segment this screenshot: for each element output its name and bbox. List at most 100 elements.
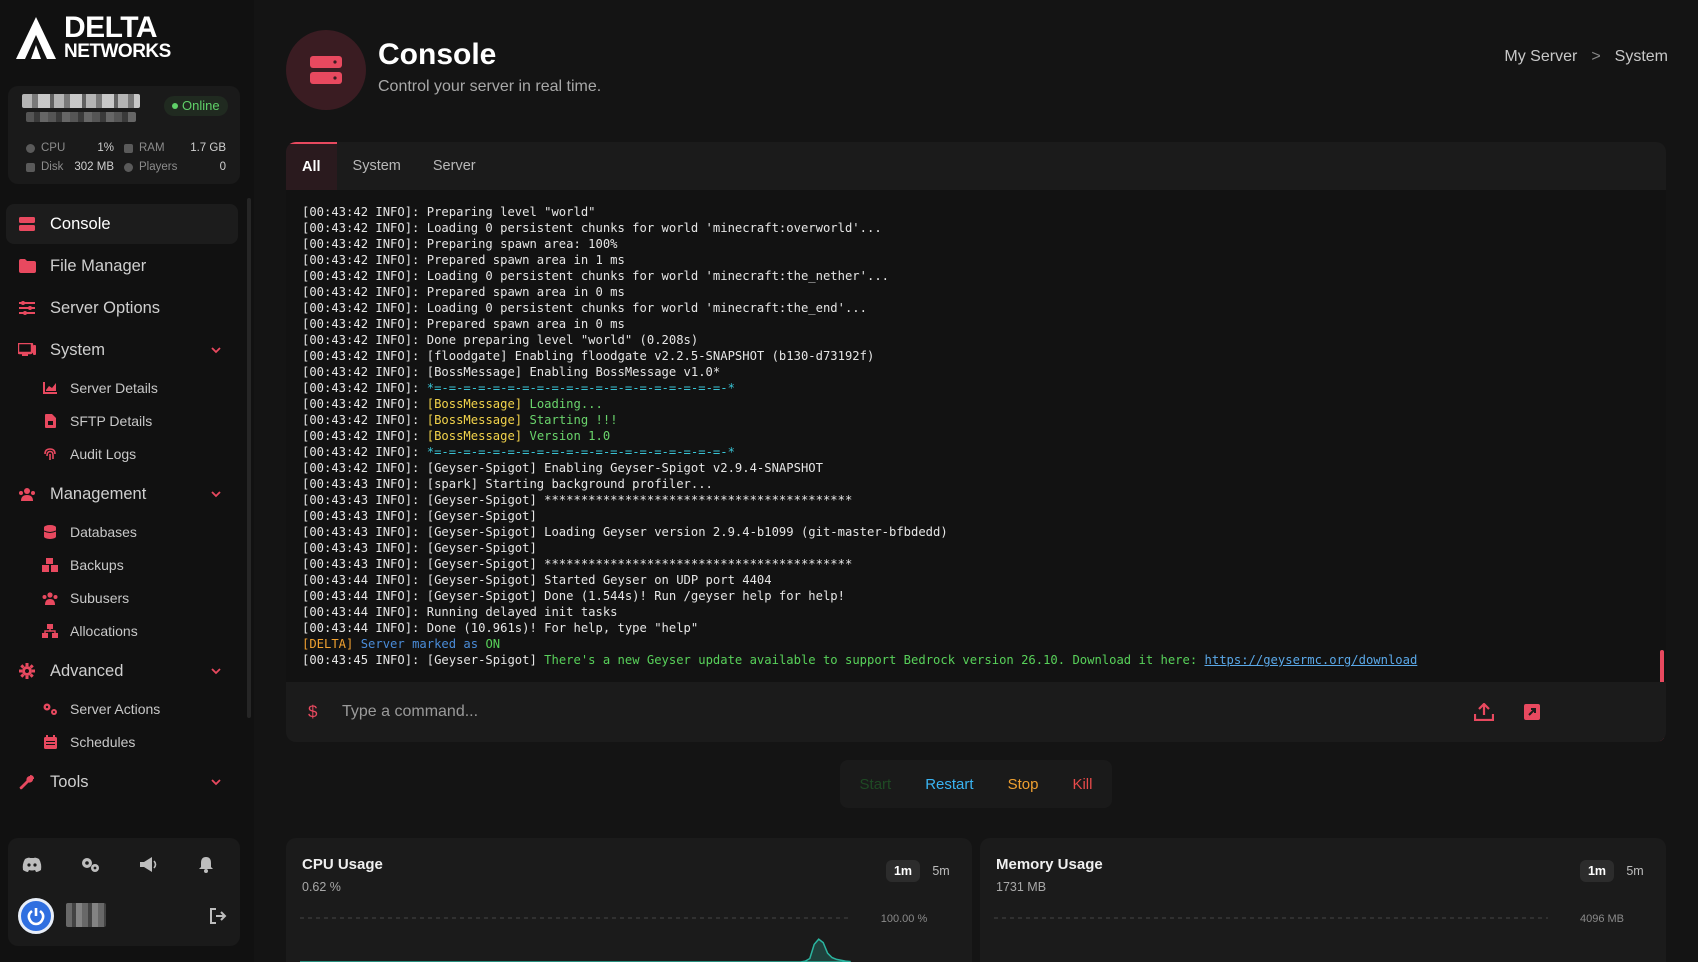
console-log-line: [00:43:42 INFO]: Prepared spawn area in …	[302, 284, 1666, 300]
sidebar-item-sftp-details[interactable]: SFTP Details	[42, 407, 152, 435]
sidebar-item-label: Backups	[70, 557, 124, 573]
sidebar-item-server-details[interactable]: Server Details	[42, 374, 158, 402]
footer-icon-row	[8, 852, 240, 876]
cpu-usage-card: CPU Usage 0.62 % 1m 5m 100.00 %	[286, 838, 972, 962]
tab-all[interactable]: All	[286, 142, 337, 190]
range-5m-button[interactable]: 5m	[1618, 860, 1652, 882]
brand-logo[interactable]: DELTA NETWORKS	[14, 11, 171, 62]
log-segment: Server marked as	[353, 637, 486, 651]
fingerprint-icon	[42, 446, 58, 462]
sidebar-item-server-actions[interactable]: Server Actions	[42, 695, 160, 723]
range-5m-button[interactable]: 5m	[924, 860, 958, 882]
console-log-line: [00:43:42 INFO]: Loading 0 persistent ch…	[302, 268, 1666, 284]
console-log-line: [00:43:42 INFO]: Preparing spawn area: 1…	[302, 236, 1666, 252]
log-segment: [00:43:43 INFO]: [Geyser-Spigot]	[302, 509, 537, 523]
memory-usage-card: Memory Usage 1731 MB 1m 5m 4096 MB	[980, 838, 1666, 962]
tab-system[interactable]: System	[337, 142, 417, 190]
range-1m-button[interactable]: 1m	[1580, 860, 1614, 882]
sidebar-item-file-manager[interactable]: File Manager	[6, 246, 238, 286]
log-segment: [BossMessage]	[426, 429, 523, 443]
popout-icon[interactable]	[1520, 700, 1544, 724]
console-log-line: [00:43:42 INFO]: Loading 0 persistent ch…	[302, 300, 1666, 316]
stat-cpu-label: CPU	[26, 142, 65, 154]
console-log-line: [00:43:43 INFO]: [Geyser-Spigot] Loading…	[302, 524, 1666, 540]
chevron-down-icon[interactable]	[210, 344, 222, 356]
upload-icon[interactable]	[1472, 700, 1496, 724]
sidebar-item-management[interactable]: Management	[6, 474, 238, 514]
players-icon	[124, 162, 133, 172]
console-log-line: [00:43:43 INFO]: [spark] Starting backgr…	[302, 476, 1666, 492]
user-group-icon	[42, 590, 58, 606]
stat-cpu-value: 1%	[97, 142, 114, 154]
server-status-card[interactable]: Online CPU 1% RAM 1.7 GB Disk 302 MB Pla…	[8, 86, 240, 184]
kill-button[interactable]: Kill	[1055, 776, 1109, 793]
console-log-line: [00:43:42 INFO]: Prepared spawn area in …	[302, 316, 1666, 332]
log-segment: [00:43:43 INFO]: [Geyser-Spigot] *******…	[302, 557, 853, 571]
chevron-down-icon[interactable]	[210, 776, 222, 788]
log-segment: [DELTA]	[302, 637, 354, 651]
log-link[interactable]: https://geysermc.org/download	[1205, 653, 1418, 667]
restart-button[interactable]: Restart	[908, 776, 990, 793]
brand-line-1: DELTA	[64, 11, 158, 44]
chevron-down-icon[interactable]	[210, 665, 222, 677]
sidebar-scrollbar[interactable]	[247, 198, 251, 718]
console-log-line: [00:43:42 INFO]: [BossMessage] Version 1…	[302, 428, 1666, 444]
command-prompt-symbol: $	[308, 702, 318, 721]
range-1m-button[interactable]: 1m	[886, 860, 920, 882]
bell-icon[interactable]	[194, 852, 218, 876]
stop-button[interactable]: Stop	[991, 776, 1056, 793]
tab-server[interactable]: Server	[417, 142, 492, 190]
avatar[interactable]	[18, 898, 54, 934]
database-icon	[42, 524, 58, 540]
sidebar-item-label: Schedules	[70, 734, 136, 750]
sliders-icon	[18, 299, 36, 317]
log-segment: Version 1.0	[522, 429, 611, 443]
log-segment: [00:43:42 INFO]:	[302, 429, 427, 443]
sidebar-item-label: Allocations	[70, 623, 138, 639]
memory-range-selector: 1m 5m	[1580, 860, 1652, 882]
sidebar-item-subusers[interactable]: Subusers	[42, 584, 129, 612]
chevron-down-icon[interactable]	[210, 488, 222, 500]
gear-icon	[18, 662, 36, 680]
start-button[interactable]: Start	[843, 776, 909, 793]
discord-icon[interactable]	[20, 852, 44, 876]
breadcrumb-item[interactable]: My Server	[1504, 48, 1577, 66]
sidebar-item-schedules[interactable]: Schedules	[42, 728, 135, 756]
logout-icon[interactable]	[208, 906, 228, 926]
sidebar-item-advanced[interactable]: Advanced	[6, 651, 238, 691]
delta-logo-icon	[16, 17, 56, 59]
sidebar-item-system[interactable]: System	[6, 330, 238, 370]
console-log-line: [DELTA] Server marked as ON	[302, 636, 1666, 652]
sidebar-item-console[interactable]: Console	[6, 204, 238, 244]
log-segment: [00:43:42 INFO]: [floodgate] Enabling fl…	[302, 349, 875, 363]
sidebar-item-backups[interactable]: Backups	[42, 551, 124, 579]
console-output[interactable]: [00:43:42 INFO]: Preparing level "world"…	[286, 190, 1666, 682]
megaphone-icon[interactable]	[136, 852, 160, 876]
log-segment: [00:43:42 INFO]: [Geyser-Spigot] Enablin…	[302, 461, 823, 475]
sidebar-item-audit-logs[interactable]: Audit Logs	[42, 440, 136, 468]
gears-icon	[42, 701, 58, 717]
sidebar-item-server-options[interactable]: Server Options	[6, 288, 238, 328]
command-input[interactable]	[342, 696, 1442, 728]
stat-players-value: 0	[219, 161, 226, 173]
memory-chart: 4096 MB	[994, 913, 1624, 925]
sidebar-item-label: SFTP Details	[70, 413, 153, 429]
console-log-line: [00:43:42 INFO]: [Geyser-Spigot] Enablin…	[302, 460, 1666, 476]
log-segment: [00:43:44 INFO]: [Geyser-Spigot] Started…	[302, 573, 772, 587]
page-header-icon	[286, 30, 366, 110]
calendar-icon	[42, 734, 58, 750]
log-segment: [00:43:43 INFO]: [Geyser-Spigot] Loading…	[302, 525, 948, 539]
settings-gears-icon[interactable]	[78, 852, 102, 876]
breadcrumb-item[interactable]: System	[1615, 48, 1668, 66]
console-log-line: [00:43:43 INFO]: [Geyser-Spigot]	[302, 508, 1666, 524]
log-segment: [00:43:42 INFO]: Prepared spawn area in …	[302, 285, 625, 299]
cpu-max-label: 100.00 %	[881, 913, 928, 925]
console-log-line: [00:43:44 INFO]: [Geyser-Spigot] Done (1…	[302, 588, 1666, 604]
log-segment: [00:43:43 INFO]: [Geyser-Spigot] *******…	[302, 493, 853, 507]
power-controls: Start Restart Stop Kill	[840, 760, 1112, 808]
sidebar-item-tools[interactable]: Tools	[6, 762, 238, 802]
sidebar-item-allocations[interactable]: Allocations	[42, 617, 138, 645]
sidebar-item-databases[interactable]: Databases	[42, 518, 137, 546]
server-icon	[18, 215, 36, 233]
console-log-line: [00:43:42 INFO]: [floodgate] Enabling fl…	[302, 348, 1666, 364]
